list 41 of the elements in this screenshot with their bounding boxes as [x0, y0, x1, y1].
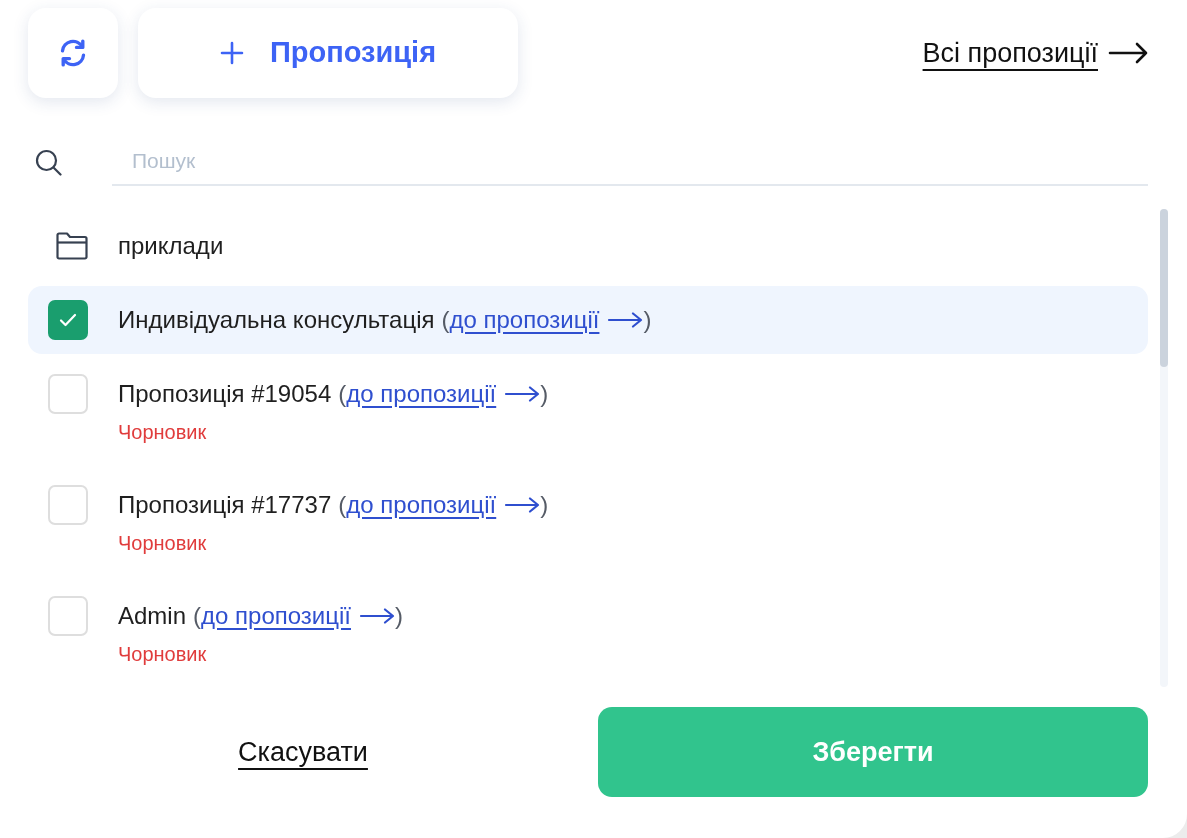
arrow-right-icon [504, 497, 541, 513]
arrow-right-icon [1108, 42, 1148, 64]
scrollbar[interactable] [1160, 209, 1168, 687]
check-icon [59, 313, 77, 327]
status-text: Чорновик [118, 642, 207, 666]
refresh-icon [59, 39, 87, 67]
arrow-right-icon [504, 386, 541, 402]
proposal-title: Admin [118, 601, 187, 631]
proposal-link[interactable]: до пропозиції [346, 376, 541, 412]
checkbox[interactable] [48, 374, 88, 414]
parenthesis: ) [395, 601, 403, 631]
parenthesis: ( [338, 490, 347, 520]
parenthesis: ) [540, 379, 549, 409]
search-icon [35, 148, 62, 176]
parenthesis: ( [441, 305, 450, 335]
scrollbar-thumb[interactable] [1160, 209, 1168, 367]
proposal-title: Индивідуальна консультація [118, 305, 435, 335]
folder-icon [56, 231, 88, 260]
parenthesis: ( [193, 601, 202, 631]
arrow-right-icon [359, 608, 395, 624]
plus-icon [219, 41, 244, 65]
proposal-title: Пропозиція #17737 [118, 490, 332, 520]
proposal-link[interactable]: до пропозиції [346, 487, 541, 523]
search-field[interactable]: Пошук [112, 138, 1148, 186]
status-text: Чорновик [118, 531, 207, 555]
checkbox[interactable] [48, 596, 88, 636]
all-proposals-link[interactable]: Всі пропозиції [922, 32, 1148, 74]
checkbox[interactable] [48, 300, 88, 340]
arrow-right-icon [607, 312, 644, 328]
parenthesis: ) [643, 305, 652, 335]
proposal-title: Пропозиція #19054 [118, 379, 332, 409]
new-proposal-button[interactable]: Пропозиція [138, 8, 518, 98]
checkbox[interactable] [48, 485, 88, 525]
status-text: Чорновик [118, 420, 207, 444]
proposal-link[interactable]: до пропозиції [201, 598, 395, 634]
refresh-button[interactable] [28, 8, 118, 98]
parenthesis: ( [338, 379, 347, 409]
folder-name[interactable]: приклади [118, 227, 224, 264]
cancel-link[interactable]: Скасувати [238, 731, 368, 773]
parenthesis: ) [540, 490, 549, 520]
proposal-link[interactable]: до пропозиції [449, 302, 644, 338]
